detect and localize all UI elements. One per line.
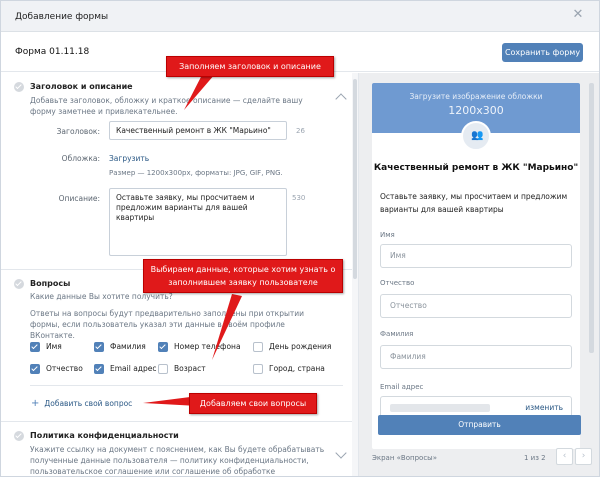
title-input[interactable]: Качественный ремонт в ЖК "Марьино" — [109, 121, 287, 140]
preview-field-label: Фамилия — [380, 330, 414, 338]
checkbox-checked-icon — [94, 342, 104, 352]
prev-page-button[interactable]: ‹ — [556, 448, 573, 465]
questions-description: Ответы на вопросы будут предварительно з… — [30, 309, 304, 340]
chevron-down-icon[interactable] — [335, 447, 347, 459]
checkbox-first-name[interactable]: Имя — [30, 341, 62, 353]
section-done-icon — [14, 431, 24, 441]
dialog-header: Добавление формы ✕ — [1, 1, 599, 32]
next-page-button[interactable]: › — [575, 448, 592, 465]
cover-size-hint: Размер — 1200x300px, форматы: JPG, GIF, … — [109, 169, 283, 177]
save-form-button[interactable]: Сохранить форму — [502, 43, 583, 62]
checkbox-label: Имя — [46, 342, 62, 351]
checkbox-unchecked-icon — [253, 364, 263, 374]
checkbox-birthday[interactable]: День рождения — [253, 341, 331, 353]
checkbox-unchecked-icon — [158, 364, 168, 374]
preview-patronymic-input[interactable]: Отчество — [380, 294, 572, 318]
checkbox-patronymic[interactable]: Отчество — [30, 363, 83, 375]
section-title-privacy: Политика конфиденциальности — [30, 431, 179, 440]
callout-select-data: Выбираем данные, которые хотим узнать о … — [143, 259, 343, 293]
upload-cover-link[interactable]: Загрузить — [109, 154, 149, 163]
preview-scrollbar[interactable] — [589, 83, 594, 353]
plus-icon: + — [31, 398, 40, 409]
preview-first-name-input[interactable]: Имя — [380, 244, 572, 268]
preview-field-label: Email адрес — [380, 383, 424, 391]
preview-card: Загрузите изображение обложки 1200x300 👥… — [372, 83, 580, 449]
checkbox-age[interactable]: Возраст — [158, 363, 206, 375]
description-char-count: 530 — [292, 194, 306, 202]
chevron-up-icon[interactable] — [335, 93, 347, 105]
checkbox-checked-icon — [94, 364, 104, 374]
form-name: Форма 01.11.18 — [15, 47, 90, 57]
checkbox-label: День рождения — [269, 342, 332, 351]
checkbox-label: Фамилия — [110, 342, 146, 351]
section-title-questions: Вопросы — [30, 279, 71, 288]
page-indicator: 1 из 2 — [524, 454, 546, 462]
preview-title: Качественный ремонт в ЖК "Марьино" — [373, 163, 579, 173]
checkbox-label: Email адрес — [110, 364, 157, 373]
section-description-header: Добавьте заголовок, обложку и краткое оп… — [30, 96, 303, 116]
submit-button[interactable]: Отправить — [378, 415, 581, 435]
cover-size-text: 1200x300 — [448, 104, 504, 117]
blurred-email-value — [390, 404, 490, 412]
section-divider — [1, 421, 352, 422]
cover-upload-text: Загрузите изображение обложки — [409, 92, 543, 101]
checkbox-phone[interactable]: Номер телефона — [158, 341, 241, 353]
checkbox-email[interactable]: Email адрес — [94, 363, 156, 375]
checkbox-last-name[interactable]: Фамилия — [94, 341, 146, 353]
callout-add-questions: Добавляем свои вопросы — [189, 393, 317, 414]
section-done-icon — [14, 82, 24, 92]
preview-field-label: Отчество — [380, 279, 415, 287]
users-icon: 👥 — [471, 130, 484, 141]
checkbox-checked-icon — [158, 342, 168, 352]
checkbox-checked-icon — [30, 364, 40, 374]
preview-field-label: Имя — [380, 231, 395, 239]
checkbox-unchecked-icon — [253, 342, 263, 352]
privacy-description: Укажите ссылку на документ с пояснением,… — [30, 445, 325, 476]
group-avatar: 👥 — [461, 121, 491, 151]
callout-title-description: Заполняем заголовок и описание — [166, 56, 334, 77]
checkbox-label: Город, страна — [269, 364, 325, 373]
checkbox-city[interactable]: Город, страна — [253, 363, 325, 375]
title-field-label: Заголовок: — [56, 127, 100, 136]
scrollbar-thumb[interactable] — [353, 79, 357, 279]
checkbox-label: Возраст — [174, 364, 206, 373]
title-char-count: 26 — [296, 127, 305, 135]
section-divider — [30, 385, 343, 386]
description-textarea[interactable]: Оставьте заявку, мы просчитаем и предлож… — [109, 188, 287, 256]
checkbox-checked-icon — [30, 342, 40, 352]
preview-last-name-input[interactable]: Фамилия — [380, 345, 572, 369]
checkbox-label: Номер телефона — [174, 342, 241, 351]
cover-field-label: Обложка: — [61, 154, 100, 163]
screen-label: Экран «Вопросы» — [372, 454, 437, 462]
close-icon[interactable]: ✕ — [571, 8, 585, 22]
dialog-title: Добавление формы — [15, 12, 109, 22]
preview-description: Оставьте заявку, мы просчитаем и предлож… — [380, 192, 568, 214]
form-preview: Загрузите изображение обложки 1200x300 👥… — [358, 73, 599, 476]
add-question-button[interactable]: + Добавить свой вопрос — [31, 398, 132, 409]
section-title-header: Заголовок и описание — [30, 82, 133, 91]
section-done-icon — [14, 279, 24, 289]
add-question-label: Добавить свой вопрос — [44, 399, 133, 408]
checkbox-label: Отчество — [46, 364, 83, 373]
description-field-label: Описание: — [58, 194, 100, 203]
